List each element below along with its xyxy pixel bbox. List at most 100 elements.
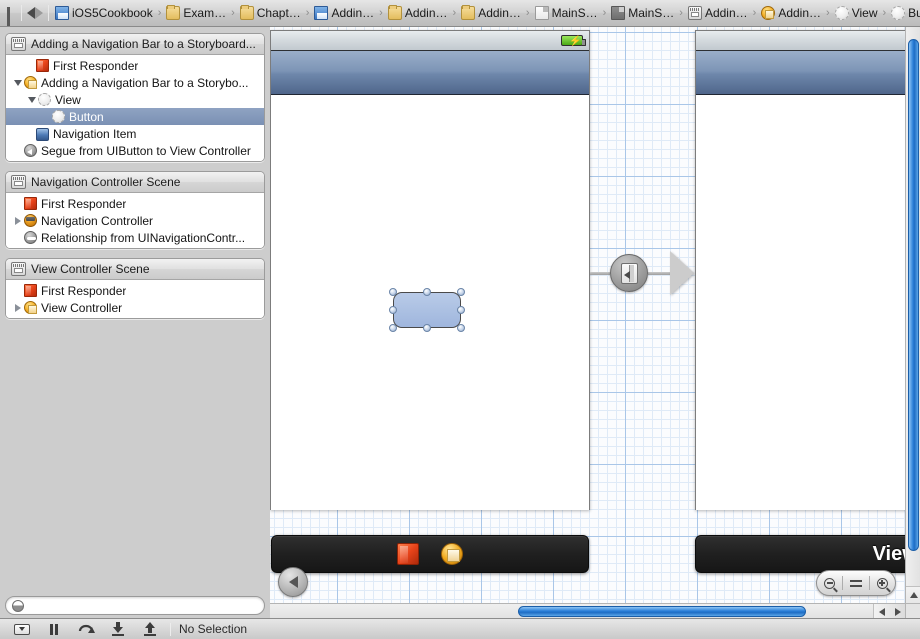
outline-row-view[interactable]: View (6, 91, 264, 108)
step-into-button[interactable] (102, 619, 134, 639)
view-icon (52, 110, 65, 123)
outline-row-label: First Responder (41, 196, 127, 211)
equals-icon (849, 579, 862, 587)
resize-handle-s[interactable] (423, 324, 431, 332)
filter-input[interactable] (29, 599, 258, 612)
filter-field[interactable] (5, 596, 265, 615)
outline-row-navigation-controller[interactable]: Navigation Controller (6, 212, 264, 229)
view-controller-icon[interactable] (441, 543, 463, 565)
divider (170, 622, 171, 636)
breadcrumb-item-1[interactable]: Exam… (165, 0, 227, 26)
scheme-menu-button[interactable] (6, 619, 38, 639)
breadcrumb-separator: › (452, 7, 457, 19)
chevron-down-icon[interactable] (26, 96, 38, 103)
breadcrumb-item-9[interactable]: Addin… (760, 0, 822, 26)
breadcrumb-item-8[interactable]: Addin… (687, 0, 749, 26)
first-responder-icon[interactable] (397, 543, 419, 565)
scene-icon (11, 262, 26, 276)
view-controller-canvas-left[interactable]: ⚡ (270, 30, 590, 510)
scene-header[interactable]: Navigation Controller Scene (6, 172, 264, 193)
breadcrumb-item-5[interactable]: Addin… (460, 0, 522, 26)
navigation-bar[interactable] (696, 51, 920, 95)
resize-handle-ne[interactable] (457, 288, 465, 296)
scene-icon (11, 175, 26, 189)
chevron-right-icon[interactable] (12, 216, 24, 225)
step-over-button[interactable] (70, 619, 102, 639)
chevron-right-icon[interactable] (12, 303, 24, 312)
scroll-right-button[interactable] (890, 604, 906, 619)
scene-header[interactable]: View Controller Scene (6, 259, 264, 280)
folder-icon (387, 5, 402, 20)
horizontal-scrollbar[interactable] (270, 603, 906, 619)
scene-body: First Responder Adding a Navigation Bar … (6, 55, 264, 161)
scene-dock-right[interactable]: View Controll (695, 535, 920, 573)
breadcrumb-item-7[interactable]: MainS… (610, 0, 675, 26)
breadcrumb-separator: › (826, 7, 830, 19)
jump-bar: iOS5Cookbook › Exam… › Chapt… › Addin… ›… (0, 0, 920, 27)
zoom-in-button[interactable] (870, 571, 895, 595)
forward-button[interactable] (35, 4, 43, 22)
breadcrumb-item-6[interactable]: MainS… (534, 0, 599, 26)
resize-handle-se[interactable] (457, 324, 465, 332)
step-into-icon (112, 622, 124, 636)
scene-icon (687, 6, 702, 20)
outline-row-view-controller[interactable]: View Controller (6, 299, 264, 316)
resize-handle-n[interactable] (423, 288, 431, 296)
step-out-button[interactable] (134, 619, 166, 639)
ios-status-bar (696, 31, 920, 51)
ib-button[interactable] (393, 292, 461, 328)
bolt-glyph: ⚡ (569, 36, 582, 47)
breadcrumb-item-2[interactable]: Chapt… (239, 0, 302, 26)
filter-icon[interactable] (12, 599, 24, 612)
horizontal-scrollbar-thumb[interactable] (518, 606, 806, 617)
outline-row-first-responder[interactable]: First Responder (6, 195, 264, 212)
breadcrumb-item-4[interactable]: Addin… (387, 0, 449, 26)
actual-size-button[interactable] (843, 571, 868, 595)
breadcrumb-item-11[interactable]: Button (890, 0, 920, 26)
view-content[interactable] (696, 95, 920, 510)
grid-icon[interactable] (7, 6, 10, 26)
view-controller-canvas-right[interactable] (695, 30, 920, 510)
document-outline: Adding a Navigation Bar to a Storyboard.… (0, 27, 270, 594)
breadcrumb-item-3[interactable]: Addin… (313, 0, 375, 26)
outline-row-first-responder[interactable]: First Responder (6, 282, 264, 299)
navigation-bar[interactable] (271, 51, 589, 95)
outline-row-first-responder[interactable]: First Responder (6, 57, 264, 74)
breadcrumb-label: Chapt… (256, 6, 301, 20)
outline-row-relationship[interactable]: Relationship from UINavigationContr... (6, 229, 264, 246)
first-responder-icon (24, 197, 37, 210)
resize-handle-e[interactable] (457, 306, 465, 314)
breadcrumb-label: Addin… (478, 6, 521, 20)
resize-handle-nw[interactable] (389, 288, 397, 296)
breadcrumb-separator: › (752, 7, 757, 19)
breadcrumb-separator: › (679, 7, 683, 19)
first-responder-icon (36, 59, 49, 72)
scroll-up-button[interactable] (906, 587, 920, 603)
breadcrumb-item-0[interactable]: iOS5Cookbook (54, 0, 154, 26)
scene-header[interactable]: Adding a Navigation Bar to a Storyboard.… (6, 34, 264, 55)
breadcrumb-item-10[interactable]: View (834, 0, 879, 26)
scroll-left-button[interactable] (874, 604, 890, 619)
vertical-scrollbar-thumb[interactable] (908, 39, 919, 551)
scene-dock-left[interactable] (271, 535, 589, 573)
zoom-out-button[interactable] (817, 571, 842, 595)
scene-body: First Responder View Controller (6, 280, 264, 318)
file-icon (534, 6, 549, 20)
push-segue-icon[interactable] (610, 254, 648, 292)
outline-row-segue[interactable]: Segue from UIButton to View Controller (6, 142, 264, 159)
resize-handle-sw[interactable] (389, 324, 397, 332)
pause-button[interactable] (38, 619, 70, 639)
pause-icon (50, 623, 58, 635)
interface-builder-canvas[interactable]: ⚡ View (270, 27, 920, 618)
outline-row-button[interactable]: Button (6, 108, 264, 125)
canvas-back-button[interactable] (278, 567, 308, 597)
back-button[interactable] (27, 4, 35, 22)
arrow-up-icon (909, 592, 918, 598)
navigation-item-icon (36, 128, 49, 141)
outline-row-view-controller[interactable]: Adding a Navigation Bar to a Storybo... (6, 74, 264, 91)
outline-row-navigation-item[interactable]: Navigation Item (6, 125, 264, 142)
breadcrumb-label: Exam… (183, 6, 227, 20)
vertical-scrollbar[interactable] (905, 27, 920, 618)
chevron-down-icon[interactable] (12, 79, 24, 86)
resize-handle-w[interactable] (389, 306, 397, 314)
